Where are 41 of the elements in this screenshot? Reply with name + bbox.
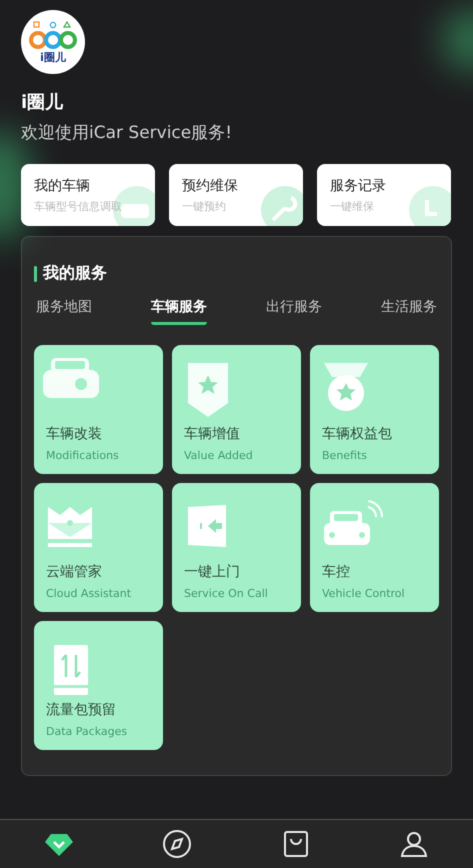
tile-title: 车控: [322, 563, 351, 581]
card-subtitle: 一键维保: [330, 199, 375, 214]
card-subtitle: 车辆型号信息调取: [34, 199, 123, 214]
service-tile[interactable]: 车辆改装 Modifications: [34, 345, 163, 474]
shortcut-card[interactable]: 我的车辆 车辆型号信息调取: [21, 164, 155, 226]
category-tab[interactable]: 服务地图: [36, 298, 92, 325]
tile-subtitle: Modifications: [46, 449, 120, 462]
compass-icon[interactable]: [161, 828, 194, 860]
service-tile[interactable]: 一键上门 Service On Call: [172, 483, 301, 612]
category-tab[interactable]: 车辆服务: [151, 298, 207, 325]
tile-title: 车辆增值: [184, 425, 241, 443]
tile-title: 一键上门: [184, 563, 241, 581]
welcome-text: 欢迎使用iCar Service服务!: [21, 122, 234, 144]
app-name: i圈儿: [21, 91, 64, 114]
tile-subtitle: Service On Call: [184, 587, 269, 600]
service-tile[interactable]: 车控 Vehicle Control: [310, 483, 439, 612]
service-tile[interactable]: 流量包预留 Data Packages: [34, 621, 163, 750]
service-tile[interactable]: 车辆权益包 Benefits: [310, 345, 439, 474]
card-subtitle: 一键预约: [182, 199, 227, 214]
logo-text: i圈儿: [40, 52, 66, 63]
card-title: 预约维保: [182, 177, 239, 195]
service-tile[interactable]: 车辆增值 Value Added: [172, 345, 301, 474]
tile-subtitle: Benefits: [322, 449, 368, 462]
tile-subtitle: Data Packages: [46, 725, 128, 738]
tile-subtitle: Value Added: [184, 449, 254, 462]
category-tab[interactable]: 生活服务: [381, 298, 437, 325]
tile-subtitle: Cloud Assistant: [46, 587, 132, 600]
card-title: 我的车辆: [34, 177, 91, 195]
tile-subtitle: Vehicle Control: [322, 587, 406, 600]
category-tab[interactable]: 出行服务: [266, 298, 322, 325]
tile-title: 车辆改装: [46, 425, 103, 443]
section-title: 我的服务: [43, 263, 107, 284]
tile-title: 云端管家: [46, 563, 103, 581]
tile-title: 车辆权益包: [322, 425, 393, 443]
shortcut-card[interactable]: 预约维保 一键预约: [169, 164, 303, 226]
rings-drawing: [29, 21, 77, 51]
service-tile[interactable]: 云端管家 Cloud Assistant: [34, 483, 163, 612]
tile-title: 流量包预留: [46, 701, 117, 719]
accent-bar: [34, 266, 37, 282]
card-title: 服务记录: [330, 177, 387, 195]
shortcut-card[interactable]: 服务记录 一键维保: [317, 164, 451, 226]
